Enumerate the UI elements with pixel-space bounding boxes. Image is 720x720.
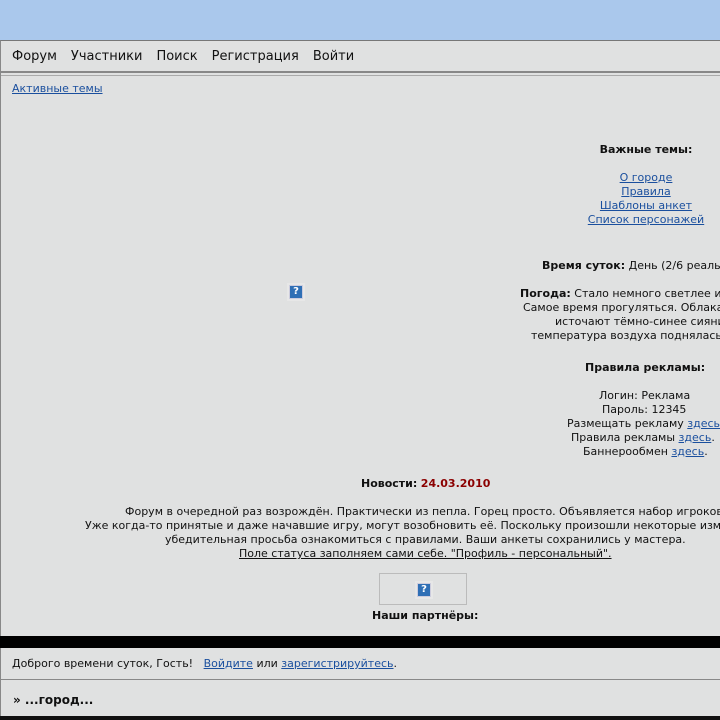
weather-line4: температура воздуха поднялась (531, 329, 720, 342)
broken-image-icon-2: ? (417, 583, 431, 597)
ads-title: Правила рекламы: (585, 361, 706, 374)
bottom-bar (0, 716, 720, 720)
weather-line1: Погода: Стало немного светлее и (520, 287, 720, 301)
welcome-text: Доброго времени суток, Гость! Войдите ил… (12, 657, 397, 670)
news-label: Новости: (361, 477, 418, 490)
ads-place-link[interactable]: здесь (687, 417, 720, 430)
breadcrumb-text: » ...город... (13, 693, 94, 707)
link-rules[interactable]: Правила (581, 185, 711, 199)
link-templates[interactable]: Шаблоны анкет (581, 199, 711, 213)
welcome-register-link[interactable]: зарегистрируйтесь (281, 657, 393, 670)
welcome-greeting: Доброго времени суток, Гость! (12, 657, 194, 670)
news-line3: убедительная просьба ознакомиться с прав… (165, 533, 686, 546)
nav-register[interactable]: Регистрация (212, 49, 299, 64)
link-about-city[interactable]: О городе (581, 171, 711, 185)
important-title: Важные темы: (599, 143, 693, 156)
ads-login: Логин: Реклама (599, 389, 691, 402)
nav-login[interactable]: Войти (313, 49, 354, 64)
partners-title: Наши партнёры: (372, 609, 479, 622)
separator-bar (0, 636, 720, 648)
weather-label: Погода: (520, 287, 571, 300)
time-label: Время суток: (542, 259, 626, 272)
active-topics-link[interactable]: Активные темы (12, 82, 103, 95)
ads-rules-text: Правила рекламы (571, 431, 676, 444)
nav-forum[interactable]: Форум (12, 49, 57, 64)
weather-text1: Стало немного светлее и (574, 287, 720, 300)
link-characters[interactable]: Список персонажей (581, 213, 711, 227)
breadcrumb: » ...город... (0, 680, 720, 716)
weather-line2: Самое время прогуляться. Облака (523, 301, 720, 314)
welcome-or: или (256, 657, 278, 670)
important-topics: Важные темы: О городе Правила Шаблоны ан… (581, 143, 711, 227)
nav-search[interactable]: Поиск (156, 49, 197, 64)
weather-line3: источают тёмно-синее сияни (555, 315, 720, 328)
news-date: 24.03.2010 (420, 477, 491, 490)
forum-nav: Форум Участники Поиск Регистрация Войти (1, 41, 720, 73)
ads-rules: Правила рекламы здесь. (571, 431, 715, 444)
ads-place: Размещать рекламу здесь (567, 417, 720, 431)
ads-password: Пароль: 12345 (602, 403, 687, 416)
ads-banner: Баннерообмен здесь. (583, 445, 708, 458)
broken-image-icon: ? (289, 285, 303, 299)
news-line4: Поле статуса заполняем сами себе. "Профи… (239, 547, 612, 560)
forum-frame: Форум Участники Поиск Регистрация Войти … (0, 40, 720, 636)
nav-menu: Форум Участники Поиск Регистрация Войти (12, 49, 354, 64)
welcome-bar: Доброго времени суток, Гость! Войдите ил… (0, 648, 720, 680)
time-value: День (2/6 реаль (628, 259, 720, 272)
nav-divider (1, 75, 720, 76)
news-line1: Форум в очередной раз возрождён. Практич… (125, 505, 720, 518)
time-of-day: Время суток: День (2/6 реаль (542, 259, 720, 273)
ads-place-text: Размещать рекламу (567, 417, 684, 430)
news-line2: Уже когда-то принятые и даже начавшие иг… (85, 519, 720, 532)
ads-banner-text: Баннерообмен (583, 445, 668, 458)
welcome-login-link[interactable]: Войдите (204, 657, 253, 670)
nav-members[interactable]: Участники (71, 49, 143, 64)
news-heading: Новости: 24.03.2010 (361, 477, 490, 491)
browser-top-area (0, 0, 720, 40)
ads-rules-link[interactable]: здесь (679, 431, 712, 444)
ads-banner-link[interactable]: здесь (671, 445, 704, 458)
